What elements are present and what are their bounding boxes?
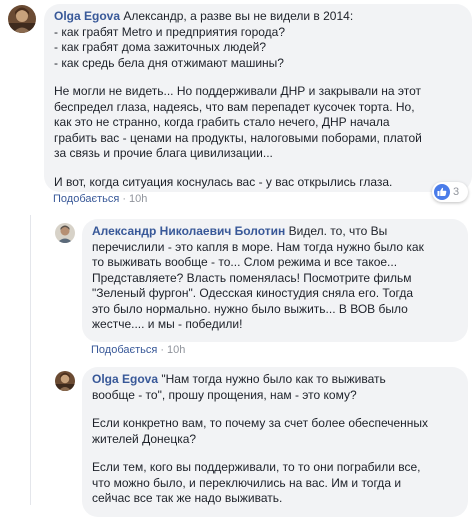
reaction-count: 3 (453, 186, 460, 198)
reply-thread-line (30, 215, 31, 505)
comment-text-line: грабить вас - ценами на продукты, налого… (54, 130, 422, 145)
profile-photo-icon (8, 5, 36, 33)
comment-header: Olga Egova "Нам тогда нужно было как то … (92, 372, 458, 388)
comment-text-line: Не могли не видеть... Но поддерживали ДН… (54, 84, 422, 98)
comment-text-line: - как средь бела дня отжимают машины? (54, 55, 284, 70)
comment-text-line: Представляете? Власть поменялась! Посмот… (92, 270, 412, 285)
comment-text-line: И вот, когда ситуация коснулась вас - у … (54, 174, 393, 189)
profile-photo-icon (55, 371, 75, 391)
comment-text-line: "Зеленый фургон". Одесская киностудия сн… (92, 286, 413, 300)
comment-header: Olga Egova Александр, а разве вы не виде… (54, 9, 462, 25)
avatar-olga-egova[interactable] (55, 371, 75, 391)
comment-text-line: перечислили - это капля в море. Нам тогд… (92, 239, 424, 254)
comment-text-line: это было нормально. нужно было выжить...… (92, 301, 408, 316)
comment-text-line: Видел. то, что Вы (288, 224, 388, 238)
comment-timestamp[interactable]: 10h (129, 193, 147, 205)
comment-author[interactable]: Александр Николаевич Болотин (92, 224, 285, 238)
comment-text-line: сейчас все так же надо выживать. (92, 491, 283, 505)
comment-text-line: беспредел глаза, надеясь, что вам перепа… (54, 99, 415, 114)
reaction-summary[interactable]: 3 (432, 182, 468, 202)
comment-text-line: - как грабят Metro и предприятия города? (54, 24, 286, 39)
comment-author[interactable]: Olga Egova (92, 372, 158, 386)
comment-text-line: "Нам тогда нужно было как то выживать (161, 372, 386, 386)
comment-timestamp[interactable]: 10h (167, 344, 185, 356)
comment-text-line: вообще - то", прошу прощения, нам - это … (92, 387, 357, 402)
comment-text-line: Если конкретно вам, то почему за счет бо… (92, 416, 429, 430)
avatar-olga-egova[interactable] (8, 5, 36, 33)
comment-actions: Подобається · 10h (53, 193, 148, 205)
comment-text-line: - как грабят дома зажиточных людей? (54, 40, 267, 54)
comment-text-line: что можно было, и переключились на вас. … (92, 475, 402, 490)
comment-author[interactable]: Olga Egova (54, 9, 120, 23)
profile-photo-icon (55, 223, 75, 243)
comment-bubble: Olga Egova Александр, а разве вы не виде… (44, 4, 472, 192)
like-link[interactable]: Подобається (91, 344, 157, 356)
comment-text-line: то выживать вообще - то... Слом режима и… (92, 255, 398, 269)
avatar-alexander-bolotin[interactable] (55, 223, 75, 243)
comment-text-line: Александр, а разве вы не видели в 2014: (123, 9, 354, 23)
like-link[interactable]: Подобається (53, 193, 119, 205)
comment-text-line: за связь и прочие блага цивилизации... (54, 146, 273, 160)
thumbs-up-icon (434, 184, 450, 200)
comment-text-line: Если тем, кого вы поддерживали, то то он… (92, 460, 421, 474)
comment-actions: Подобається · 10h (91, 344, 186, 356)
comment-bubble: Александр Николаевич Болотин Видел. то, … (82, 219, 468, 342)
comment-text-line: жителей Донецка? (92, 431, 197, 446)
comment-header: Александр Николаевич Болотин Видел. то, … (92, 224, 458, 240)
comment-text-line: как это не странно, когда грабить стало … (54, 115, 390, 129)
comment-text-line: жестче.... и мы - победили! (92, 317, 243, 331)
comment-bubble: Olga Egova "Нам тогда нужно было как то … (82, 367, 468, 517)
